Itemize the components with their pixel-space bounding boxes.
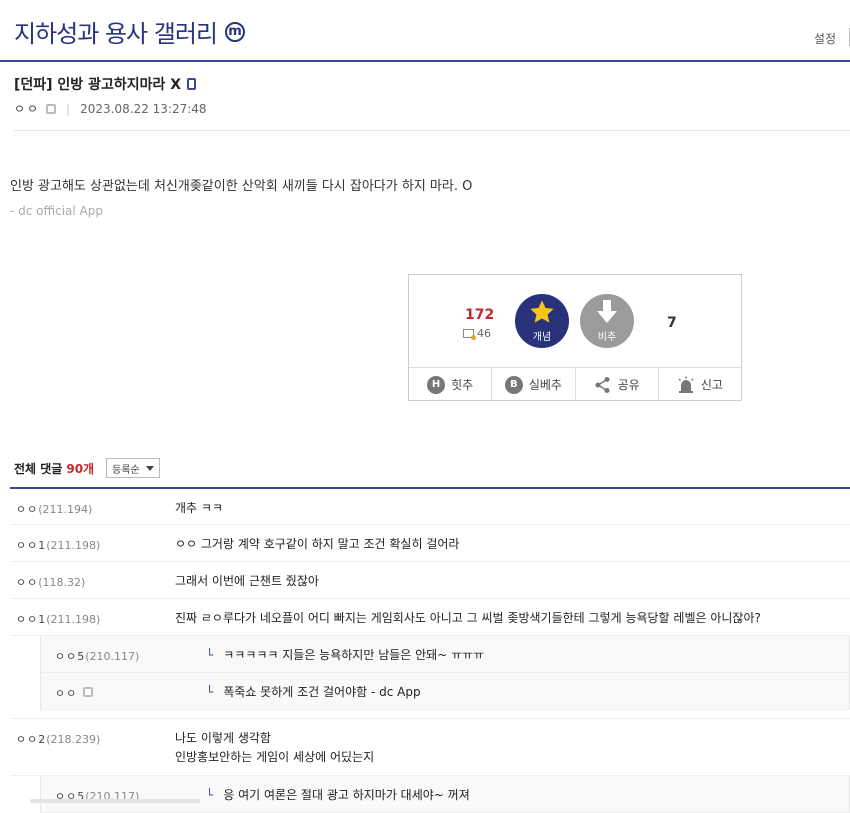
report-button[interactable]: 신고 <box>659 368 741 401</box>
reply-text: 폭죽쇼 못하게 조건 걸어야함 - dc App <box>223 685 421 699</box>
minor-gallery-icon: m <box>224 21 245 42</box>
comment-row: ㅇㅇ(118.32) 그래서 이번에 근챈트 줬잖아 <box>10 562 850 599</box>
meta-divider: | <box>66 101 71 116</box>
app-signature: - dc official App <box>10 204 103 218</box>
chevron-down-icon <box>145 465 154 471</box>
siren-icon <box>678 376 694 393</box>
fixed-upvote-value: 46 <box>477 327 491 340</box>
comment-text: 개추 ㅋㅋ <box>175 501 223 515</box>
comment-nick[interactable]: ㅇㅇ2 <box>16 733 46 746</box>
downvote-label: 비추 <box>597 332 617 343</box>
comment-writer[interactable]: ㅇㅇ2(218.239) <box>16 731 100 747</box>
reply-arrow-icon: └ <box>206 648 214 662</box>
comment-writer[interactable]: ㅇㅇ1(211.198) <box>16 611 100 627</box>
reply-row: ㅇㅇ └ 폭죽쇼 못하게 조건 걸어야함 - dc App <box>40 673 850 710</box>
comment-sort-value: 등록순 <box>112 464 140 476</box>
post-title-text: [던파] 인방 광고하지마라 X <box>14 77 182 93</box>
comment-nick[interactable]: ㅇㅇ1 <box>16 613 46 626</box>
recommend-actions: H 힛추 B 실베추 공유 신고 <box>409 367 741 401</box>
comment-nick[interactable]: ㅇㅇ1 <box>16 539 46 552</box>
post-meta: ㅇㅇ | 2023.08.22 13:27:48 <box>14 100 207 117</box>
best-recommend-label: 실베추 <box>528 378 562 392</box>
star-icon <box>530 300 554 323</box>
comment-ip: (211.198) <box>46 539 101 552</box>
downvote-count: 7 <box>667 315 677 331</box>
comment-row: ㅇㅇ2(218.239) 나도 이렇게 생각함 인방홍보안하는 게임이 세상에 … <box>10 718 850 776</box>
post-title: [던파] 인방 광고하지마라 X <box>14 74 197 94</box>
comment-nick[interactable]: ㅇㅇ <box>16 576 38 589</box>
post-divider <box>14 130 850 131</box>
share-label: 공유 <box>617 378 640 392</box>
comment-row: ㅇㅇ1(211.198) ㅇㅇ 그거랑 계약 호구같이 하지 말고 조건 확실히… <box>10 525 850 562</box>
fixed-user-icon <box>463 329 476 340</box>
comment-writer[interactable]: ㅇㅇ5(210.117) <box>55 648 139 664</box>
down-arrow-icon <box>597 300 617 323</box>
comment-nick[interactable]: ㅇㅇ <box>16 503 38 516</box>
comment-header: 전체 댓글 90개 등록순 <box>14 458 160 478</box>
fixed-nick-icon <box>83 687 94 697</box>
report-label: 신고 <box>700 378 723 392</box>
comment-text: 나도 이렇게 생각함 <box>175 731 271 745</box>
fixed-nick-icon <box>46 103 57 114</box>
gallery-title[interactable]: 지하성과 용사 갤러리 m <box>14 14 245 49</box>
comment-ip: (210.117) <box>85 650 140 663</box>
comment-nick[interactable]: ㅇㅇ5 <box>55 650 85 663</box>
post-writer[interactable]: ㅇㅇ <box>14 100 40 117</box>
comment-text: └ 폭죽쇼 못하게 조건 걸어야함 - dc App <box>206 683 421 700</box>
upvote-label: 개념 <box>532 332 552 343</box>
share-icon <box>595 376 610 393</box>
post-head: [던파] 인방 광고하지마라 X <box>14 74 197 94</box>
hit-recommend-label: 힛추 <box>451 378 474 392</box>
comment-ip: (211.194) <box>38 503 93 516</box>
comment-list: ㅇㅇ(211.194) 개추 ㅋㅋ ㅇㅇ1(211.198) ㅇㅇ 그거랑 계약… <box>10 487 850 813</box>
comment-ip: (118.32) <box>38 576 86 589</box>
recommend-box: 172 46 개념 비추 7 H 힛추 B 실베추 공유 신고 <box>408 274 742 401</box>
comment-text-line2: 인방홍보안하는 게임이 세상에 어딨는지 <box>175 750 375 764</box>
reply-arrow-icon: └ <box>206 788 214 802</box>
gallery-title-text[interactable]: 지하성과 용사 갤러리 <box>14 14 218 49</box>
comment-header-label: 전체 댓글 <box>14 461 63 476</box>
mobile-icon <box>187 78 197 90</box>
share-button[interactable]: 공유 <box>576 368 659 401</box>
comment-writer[interactable]: ㅇㅇ <box>55 685 94 701</box>
comment-sort-select[interactable]: 등록순 <box>106 458 160 478</box>
gallery-header: 지하성과 용사 갤러리 m 설정 <box>0 0 850 62</box>
comment-ip: (218.239) <box>46 733 101 746</box>
comment-text: 진짜 ㄹㅇ루다가 네오플이 어디 빠지는 게임회사도 아니고 그 씨벌 좆방색기… <box>175 611 761 625</box>
comment-writer[interactable]: ㅇㅇ(211.194) <box>16 501 92 517</box>
best-icon: B <box>504 375 523 394</box>
best-recommend-button[interactable]: B 실베추 <box>492 368 576 401</box>
post-date: 2023.08.22 13:27:48 <box>80 101 207 116</box>
hit-recommend-button[interactable]: H 힛추 <box>409 368 493 401</box>
downvote-button[interactable]: 비추 <box>580 294 634 348</box>
comment-nick[interactable]: ㅇㅇ <box>55 687 77 700</box>
comment-writer[interactable]: ㅇㅇ1(211.198) <box>16 537 100 553</box>
upvote-count: 172 <box>465 307 495 323</box>
upvote-button[interactable]: 개념 <box>515 294 569 348</box>
comment-writer[interactable]: ㅇㅇ(118.32) <box>16 574 85 590</box>
reply-row: ㅇㅇ5(210.117) └ 응 여기 여론은 절대 광고 하지마가 대세야~ 꺼… <box>40 776 850 813</box>
settings-link[interactable]: 설정 <box>814 30 836 47</box>
post-body: 인방 광고해도 상관없는데 처신개좆같이한 산악회 새끼들 다시 잡아다가 하지… <box>10 179 473 194</box>
recommend-top: 172 46 개념 비추 7 <box>409 275 741 367</box>
reply-arrow-icon: └ <box>206 685 214 699</box>
comment-ip: (211.198) <box>46 613 101 626</box>
comment-row: ㅇㅇ1(211.198) 진짜 ㄹㅇ루다가 네오플이 어디 빠지는 게임회사도 … <box>10 599 850 636</box>
fixed-upvote-count: 46 <box>463 327 491 340</box>
comment-text: ㅇㅇ 그거랑 계약 호구같이 하지 말고 조건 확실히 걸어라 <box>175 537 460 551</box>
comment-text: └ 응 여기 여론은 절대 광고 하지마가 대세야~ 꺼져 <box>206 786 470 803</box>
comment-text: └ ㅋㅋㅋㅋㅋ 지들은 능욕하지만 남들은 안돼~ ㅠㅠㅠ <box>206 646 484 663</box>
reply-text: ㅋㅋㅋㅋㅋ 지들은 능욕하지만 남들은 안돼~ ㅠㅠㅠ <box>223 648 485 662</box>
comment-text: 그래서 이번에 근챈트 줬잖아 <box>175 574 319 588</box>
horizontal-scrollbar[interactable] <box>30 799 200 803</box>
comment-count: 90개 <box>66 461 95 476</box>
reply-text: 응 여기 여론은 절대 광고 하지마가 대세야~ 꺼져 <box>223 788 470 802</box>
comment-row: ㅇㅇ(211.194) 개추 ㅋㅋ <box>10 489 850 525</box>
hit-icon: H <box>427 375 446 394</box>
reply-row: ㅇㅇ5(210.117) └ ㅋㅋㅋㅋㅋ 지들은 능욕하지만 남들은 안돼~ ㅠㅠ… <box>40 636 850 673</box>
